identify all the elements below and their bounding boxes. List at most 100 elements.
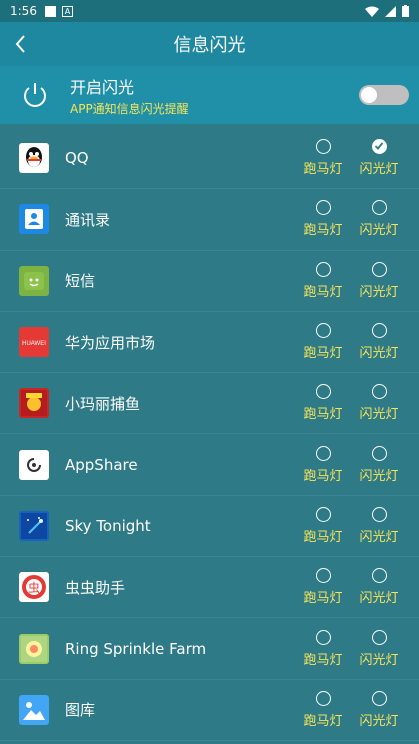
app-row: 通讯录 跑马灯 闪光灯: [0, 189, 419, 251]
marquee-option[interactable]: 跑马灯: [295, 373, 351, 433]
marquee-option[interactable]: 跑马灯: [295, 618, 351, 678]
marquee-radio[interactable]: [315, 445, 331, 461]
marquee-option[interactable]: 跑马灯: [295, 128, 351, 188]
flash-option[interactable]: 闪光灯: [351, 251, 407, 311]
back-arrow-icon[interactable]: [8, 30, 36, 58]
flash-radio[interactable]: [371, 568, 387, 584]
contacts-icon: [19, 204, 49, 235]
marquee-radio[interactable]: [315, 139, 331, 155]
flash-label: 闪光灯: [359, 468, 399, 484]
flash-radio[interactable]: [371, 200, 387, 216]
app-name: 小玛丽捕鱼: [65, 394, 141, 413]
flash-label: 闪光灯: [359, 713, 399, 729]
master-subtitle: APP通知信息闪光提醒: [70, 101, 189, 116]
marquee-radio[interactable]: [315, 690, 331, 706]
flash-label: 闪光灯: [359, 346, 399, 362]
app-name: QQ: [65, 149, 89, 168]
flash-master-row: 开启闪光 APP通知信息闪光提醒: [0, 66, 419, 124]
marquee-label: 跑马灯: [303, 346, 343, 362]
flash-label: 闪光灯: [359, 529, 399, 545]
power-icon: [24, 83, 46, 107]
flash-radio[interactable]: [371, 261, 387, 277]
appshare-icon: [19, 449, 49, 480]
app-row: 图库 跑马灯 闪光灯: [0, 680, 419, 741]
app-name: Sky Tonight: [65, 516, 151, 535]
notification-a-icon: A: [61, 5, 73, 17]
app-row: Sky Tonight 跑马灯 闪光灯: [0, 496, 419, 558]
marquee-option[interactable]: 跑马灯: [295, 312, 351, 372]
signal-icon: [385, 5, 396, 17]
flash-option[interactable]: 闪光灯: [351, 434, 407, 494]
status-time: 1:56: [10, 4, 37, 18]
flash-radio[interactable]: [371, 139, 387, 155]
app-row: HUAWEI 华为应用市场 跑马灯 闪光灯: [0, 312, 419, 374]
marquee-label: 跑马灯: [303, 162, 343, 178]
flash-option[interactable]: 闪光灯: [351, 128, 407, 188]
flash-radio[interactable]: [371, 629, 387, 645]
flash-option[interactable]: 闪光灯: [351, 496, 407, 556]
marquee-label: 跑马灯: [303, 284, 343, 300]
flash-option[interactable]: 闪光灯: [351, 189, 407, 249]
master-title: 开启闪光: [70, 77, 135, 97]
marquee-label: 跑马灯: [303, 591, 343, 607]
app-name: 通讯录: [65, 210, 111, 229]
app-row: QQ 跑马灯 闪光灯: [0, 128, 419, 190]
marquee-radio[interactable]: [315, 323, 331, 339]
svg-text:HUAWEI: HUAWEI: [22, 341, 46, 347]
flash-radio[interactable]: [371, 690, 387, 706]
app-row: Ring Sprinkle Farm 跑马灯 闪光灯: [0, 618, 419, 680]
app-list: QQ 跑马灯 闪光灯 通讯录 跑马灯 闪光灯 短信 跑马灯 闪光灯 HUAWEI 华为应用市场 跑马灯…: [0, 128, 419, 741]
notification-icon: [44, 5, 56, 17]
flash-label: 闪光灯: [359, 407, 399, 423]
svg-text:虫: 虫: [28, 581, 40, 595]
qq-icon: [19, 143, 49, 174]
flash-option[interactable]: 闪光灯: [351, 312, 407, 372]
flash-option[interactable]: 闪光灯: [351, 680, 407, 740]
marquee-radio[interactable]: [315, 261, 331, 277]
flash-label: 闪光灯: [359, 284, 399, 300]
app-name: 图库: [65, 701, 96, 720]
marquee-radio[interactable]: [315, 506, 331, 522]
marquee-option[interactable]: 跑马灯: [295, 251, 351, 311]
flash-radio[interactable]: [371, 323, 387, 339]
flash-radio[interactable]: [371, 384, 387, 400]
marquee-radio[interactable]: [315, 200, 331, 216]
marquee-label: 跑马灯: [303, 529, 343, 545]
marquee-radio[interactable]: [315, 384, 331, 400]
marquee-radio[interactable]: [315, 629, 331, 645]
flash-label: 闪光灯: [359, 162, 399, 178]
flash-option[interactable]: 闪光灯: [351, 373, 407, 433]
title-bar: 信息闪光: [0, 22, 419, 66]
flash-label: 闪光灯: [359, 223, 399, 239]
app-row: 虫 虫虫助手跑马灯 闪光灯: [0, 557, 419, 619]
flash-label: 闪光灯: [359, 652, 399, 668]
marquee-option[interactable]: 跑马灯: [295, 189, 351, 249]
marquee-option[interactable]: 跑马灯: [295, 434, 351, 494]
marquee-option[interactable]: 跑马灯: [295, 557, 351, 617]
wifi-icon: [365, 6, 379, 17]
app-name: 虫虫助手: [65, 578, 126, 597]
flash-label: 闪光灯: [359, 591, 399, 607]
huawei-appgallery-icon: HUAWEI: [19, 327, 49, 358]
flash-option[interactable]: 闪光灯: [351, 618, 407, 678]
flash-toggle[interactable]: [359, 85, 409, 105]
flash-radio[interactable]: [371, 445, 387, 461]
fishing-game-icon: [19, 388, 49, 419]
marquee-radio[interactable]: [315, 568, 331, 584]
marquee-option[interactable]: 跑马灯: [295, 496, 351, 556]
gallery-icon: [19, 694, 49, 725]
marquee-label: 跑马灯: [303, 407, 343, 423]
messages-icon: [19, 265, 49, 296]
app-name: 短信: [65, 272, 96, 291]
app-row: 小玛丽捕鱼跑马灯 闪光灯: [0, 373, 419, 435]
app-name: AppShare: [65, 455, 138, 474]
flash-option[interactable]: 闪光灯: [351, 557, 407, 617]
flash-radio[interactable]: [371, 506, 387, 522]
page-title: 信息闪光: [173, 35, 246, 56]
marquee-label: 跑马灯: [303, 468, 343, 484]
app-name: Ring Sprinkle Farm: [65, 639, 207, 658]
toggle-knob: [361, 87, 377, 103]
battery-icon: [402, 5, 409, 17]
app-row: AppShare 跑马灯 闪光灯: [0, 434, 419, 496]
marquee-option[interactable]: 跑马灯: [295, 680, 351, 740]
